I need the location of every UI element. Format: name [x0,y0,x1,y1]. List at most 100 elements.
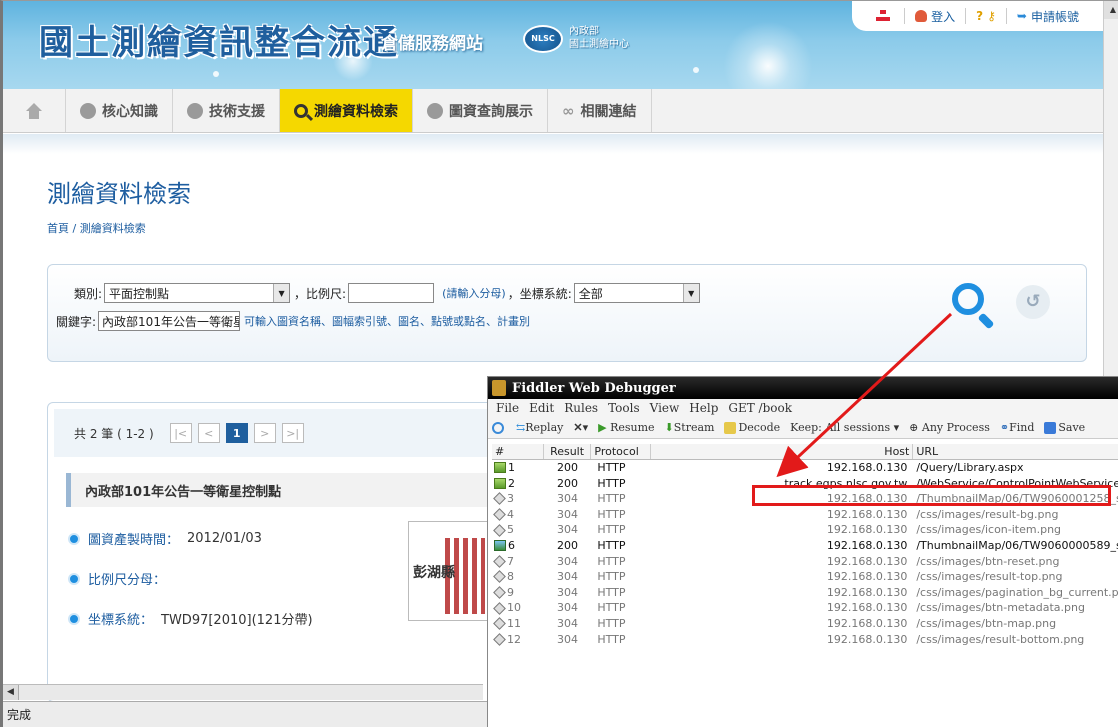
find-label: Find [1009,421,1035,434]
prev-page-button[interactable]: < [197,423,220,443]
key-icon: ⚷ [987,9,996,23]
menu-rules[interactable]: Rules [564,401,598,415]
session-url: /css/images/pagination_bg_current.png [916,585,1118,599]
session-url: /Query/Library.aspx [916,461,1024,474]
crs-select-value: 全部 [578,286,603,301]
menu-file[interactable]: File [496,401,519,415]
horizontal-scrollbar[interactable]: ◀ [3,684,483,700]
nav-home[interactable] [3,89,66,132]
menu-tools[interactable]: Tools [608,401,640,415]
keyword-input[interactable]: 內政部101年公告一等衛星控制 [98,311,241,331]
col-url[interactable]: URL [913,444,1118,459]
not-modified-icon [493,586,506,599]
list-icon [80,102,96,119]
replay-button[interactable]: ⇆Replay [516,421,563,434]
result-item-title[interactable]: 內政部101年公告一等衛星控制點 [66,473,506,507]
last-page-button[interactable]: >| [281,423,304,443]
col-host[interactable]: Host [651,444,914,459]
bullet-icon [68,572,80,585]
login-link[interactable]: 登入 [904,8,965,24]
decode-button[interactable]: Decode [724,421,780,434]
nav-related-links[interactable]: ∞ 相關連結 [548,89,652,132]
help-link[interactable]: ? ⚷ [965,8,1006,24]
menu-get-book[interactable]: GET /book [728,401,792,415]
session-host: 192.168.0.130 [826,570,908,584]
remove-button[interactable]: ✕▾ [573,421,588,434]
crosshair-icon: ⊕ [909,421,919,434]
session-list-header: # Result Protocol Host URL [492,444,1118,460]
reset-button[interactable]: ↺ [1016,285,1050,319]
meta-value: TWD97[2010](121分帶) [161,613,313,628]
resume-button[interactable]: ▶ Resume [598,421,654,434]
highlight-box [752,485,1111,506]
session-protocol: HTTP [597,632,626,646]
session-row[interactable]: 10 304 HTTP 192.168.0.130/css/images/btn-me… [492,600,1118,616]
register-link[interactable]: ➥ 申請帳號 [1005,8,1089,24]
session-number: 9 [492,585,544,601]
scroll-left-icon[interactable]: ◀ [3,685,19,700]
category-select[interactable]: 平面控制點 ▼ [104,283,291,303]
thumbnail-label: 彭湖縣 [413,565,455,581]
register-label: 申請帳號 [1030,9,1079,24]
session-row[interactable]: 1 200 HTTP 192.168.0.130/Query/Library.aspx [492,460,1118,476]
session-row[interactable]: 4 304 HTTP 192.168.0.130/css/images/result-… [492,507,1118,523]
session-number-text: 3 [507,492,514,506]
any-process-label: Any Process [921,421,990,434]
menu-view[interactable]: View [650,401,680,415]
next-page-button[interactable]: > [253,423,276,443]
stream-button[interactable]: ⬇Stream [665,421,715,434]
meta-value: 2012/01/03 [187,531,262,546]
org-name-line1: 內政部 [569,26,599,37]
session-result: 304 [557,507,579,521]
session-host: 192.168.0.130 [826,523,908,537]
scale-input[interactable] [348,283,435,303]
nav-data-search[interactable]: 測繪資料檢索 [280,89,413,132]
session-row[interactable]: 11 304 HTTP 192.168.0.130/css/images/btn-ma… [492,616,1118,632]
nav-map-query[interactable]: 圖資查詢展示 [413,89,548,132]
session-number-text: 6 [508,538,515,552]
any-process-button[interactable]: ⊕ Any Process [909,421,990,434]
sitemap-link[interactable] [866,8,904,24]
result-header: 共 2 筆 ( 1-2 ) |< < 1 > >| [54,409,514,457]
save-button[interactable]: Save [1044,421,1085,434]
response-ok-icon [494,462,506,474]
session-row[interactable]: 12 304 HTTP 192.168.0.130/css/images/result… [492,632,1118,648]
session-row[interactable]: 9 304 HTTP 192.168.0.130/css/images/paginat… [492,585,1118,601]
menu-edit[interactable]: Edit [529,401,554,415]
find-button[interactable]: ⚭Find [1000,421,1035,434]
crs-select[interactable]: 全部 ▼ [573,283,700,303]
session-number-text: 10 [507,601,521,615]
keep-sessions-dropdown[interactable]: Keep: All sessions ▾ [790,421,899,434]
replay-icon: ⇆ [516,421,526,434]
stream-icon: ⬇ [664,421,674,434]
col-number[interactable]: # [492,444,544,459]
save-icon [1044,422,1057,434]
session-url: /css/images/btn-metadata.png [916,601,1085,615]
comment-button[interactable] [492,421,506,434]
first-page-button[interactable]: |< [169,423,192,443]
scroll-up-icon[interactable]: ▲ [1104,1,1118,19]
not-modified-icon [493,508,506,521]
search-panel: 類別: 平面控制點 ▼ ，比例尺: (請輸入分母) ，坐標系統: 全部 ▼ 關鍵字:… [47,264,1087,362]
fiddler-titlebar: Fiddler Web Debugger [488,377,1118,399]
fiddler-logo-icon [492,380,506,396]
page-1-button[interactable]: 1 [225,423,248,443]
session-result: 200 [557,538,579,552]
session-row[interactable]: 5 304 HTTP 192.168.0.130/css/images/icon-it… [492,522,1118,538]
nav-core-knowledge[interactable]: 核心知識 [66,89,173,132]
search-button[interactable] [948,279,998,330]
session-host: 192.168.0.130 [826,538,908,552]
session-row[interactable]: 8 304 HTTP 192.168.0.130/css/images/result-… [492,569,1118,585]
session-row[interactable]: 7 304 HTTP 192.168.0.130/css/images/btn-res… [492,554,1118,570]
menu-help[interactable]: Help [689,401,718,415]
col-result[interactable]: Result [544,444,592,459]
play-icon: ▶ [598,421,607,434]
col-protocol[interactable]: Protocol [591,444,652,459]
session-row[interactable]: 6 200 HTTP 192.168.0.130/ThumbnailMap/06/TW… [492,538,1118,554]
crs-label: ，坐標系統: [507,286,572,301]
result-thumbnail[interactable]: 彭湖縣 [408,521,492,621]
nav-tech-support[interactable]: 技術支援 [173,89,280,132]
breadcrumb[interactable]: 首頁 / 測繪資料檢索 [47,220,146,236]
session-number-text: 8 [507,570,514,584]
site-title[interactable]: 國土測繪資訊整合流通 [39,15,399,64]
